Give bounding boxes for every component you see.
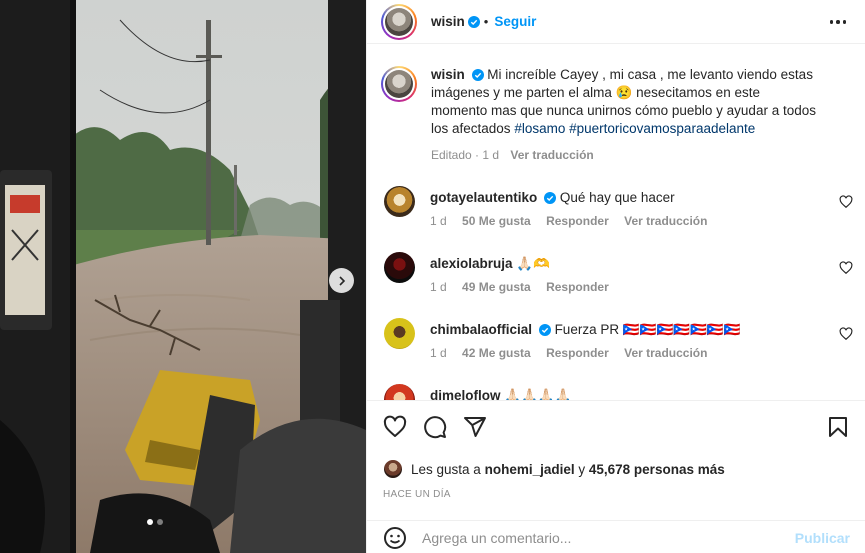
carousel-next-button[interactable]: [329, 268, 354, 293]
comment-input[interactable]: [422, 529, 777, 546]
verified-badge-icon: [467, 15, 480, 28]
commenter-username[interactable]: dimeloflow: [430, 388, 501, 400]
heart-icon[interactable]: [839, 195, 853, 209]
commenter-username[interactable]: chimbalaofficial: [430, 322, 532, 337]
comments-scroll-area[interactable]: wisin Mi increíble Cayey , mi casa , me …: [367, 54, 865, 400]
carousel-dot-2: [157, 519, 163, 525]
hashtag-link[interactable]: #losamo: [514, 121, 565, 136]
post-sidebar: wisin • Seguir wisin Mi increíble Cayey …: [366, 0, 865, 553]
author-avatar[interactable]: [381, 3, 417, 40]
caption-author-username[interactable]: wisin: [431, 67, 465, 82]
comment-reply-button[interactable]: Responder: [546, 214, 609, 228]
comment-meta: 1 d 42 Me gusta Responder Ver traducción: [430, 346, 719, 360]
commenter-avatar[interactable]: [384, 186, 415, 217]
post-modal: wisin • Seguir wisin Mi increíble Cayey …: [0, 0, 865, 553]
caption-edited-time: Editado · 1 d: [431, 148, 500, 162]
comment-text: Fuerza PR 🇵🇷🇵🇷🇵🇷🇵🇷🇵🇷🇵🇷🇵🇷: [554, 322, 741, 337]
more-options-button[interactable]: [828, 13, 848, 31]
commenter-avatar[interactable]: [384, 384, 415, 400]
author-username[interactable]: wisin: [431, 14, 465, 29]
caption-meta: Editado · 1 d Ver traducción: [431, 146, 816, 164]
verified-badge-icon: [544, 192, 557, 204]
comment-text: Qué hay que hacer: [559, 190, 675, 205]
bookmark-icon[interactable]: [826, 415, 850, 439]
caption-author-avatar[interactable]: [381, 66, 417, 102]
heart-icon[interactable]: [839, 261, 853, 275]
commenter-username[interactable]: gotayelautentiko: [430, 190, 537, 205]
carousel-dot-1: [147, 519, 153, 525]
post-actions-section: Les gusta a nohemi_jadiel y 45,678 perso…: [367, 400, 865, 553]
carousel-indicator: [147, 519, 163, 525]
comment-see-translation[interactable]: Ver traducción: [624, 214, 707, 228]
liker-username[interactable]: nohemi_jadiel: [485, 462, 575, 477]
header-separator: •: [483, 14, 489, 29]
follow-button[interactable]: Seguir: [494, 14, 536, 29]
likes-others-count[interactable]: 45,678 personas más: [589, 462, 725, 477]
verified-badge-icon: [538, 324, 551, 336]
comment-time: 1 d: [430, 214, 447, 228]
post-media[interactable]: [0, 0, 366, 553]
comment-meta: 1 d 50 Me gusta Responder Ver traducción: [430, 214, 719, 228]
comment-icon[interactable]: [423, 415, 447, 439]
heart-icon[interactable]: [383, 415, 407, 439]
heart-icon[interactable]: [839, 327, 853, 341]
comment-reply-button[interactable]: Responder: [546, 346, 609, 360]
comment-like-count[interactable]: 42 Me gusta: [462, 346, 531, 360]
comment-like-count[interactable]: 49 Me gusta: [462, 280, 531, 294]
comment-text: 🙏🏻🫶: [516, 256, 550, 271]
comment-meta: 1 d 49 Me gusta Responder: [430, 280, 621, 294]
publish-button[interactable]: Publicar: [795, 530, 850, 546]
post-caption: wisin Mi increíble Cayey , mi casa , me …: [381, 66, 851, 164]
likes-conjunction: y: [578, 461, 586, 477]
paper-plane-icon[interactable]: [463, 415, 487, 439]
comment-item: alexiolabruja 🙏🏻🫶 1 d 49 Me gusta Respon…: [381, 252, 853, 312]
more-horizontal-icon: [829, 20, 834, 24]
comment-item: gotayelautentiko Qué hay que hacer 1 d 5…: [381, 186, 853, 246]
commenter-username[interactable]: alexiolabruja: [430, 256, 513, 271]
comment-time: 1 d: [430, 280, 447, 294]
post-photo-flooded-road: [0, 0, 366, 553]
commenter-avatar[interactable]: [384, 318, 415, 349]
commenter-avatar[interactable]: [384, 252, 415, 283]
comment-text: 🙏🏻🙏🏻🙏🏻🙏🏻: [504, 388, 572, 400]
comment-item: dimeloflow 🙏🏻🙏🏻🙏🏻🙏🏻: [381, 384, 851, 400]
liker-avatar: [383, 459, 403, 479]
comment-reply-button[interactable]: Responder: [546, 280, 609, 294]
likes-prefix: Les gusta a: [411, 461, 481, 477]
chevron-right-icon: [338, 275, 345, 286]
action-icons: [383, 415, 487, 439]
likes-summary[interactable]: Les gusta a nohemi_jadiel y 45,678 perso…: [383, 459, 725, 479]
add-comment-bar: Publicar: [367, 520, 865, 553]
hashtag-link[interactable]: #puertoricovamosparaadelante: [569, 121, 755, 136]
comment-time: 1 d: [430, 346, 447, 360]
comment-see-translation[interactable]: Ver traducción: [624, 346, 707, 360]
comment-like-count[interactable]: 50 Me gusta: [462, 214, 531, 228]
verified-badge-icon: [471, 69, 484, 81]
caption-see-translation[interactable]: Ver traducción: [510, 148, 593, 162]
post-date[interactable]: HACE UN DÍA: [383, 489, 451, 500]
post-header: wisin • Seguir: [367, 0, 865, 44]
comment-item: chimbalaofficial Fuerza PR 🇵🇷🇵🇷🇵🇷🇵🇷🇵🇷🇵🇷🇵…: [381, 318, 853, 378]
emoji-icon[interactable]: [383, 526, 407, 550]
